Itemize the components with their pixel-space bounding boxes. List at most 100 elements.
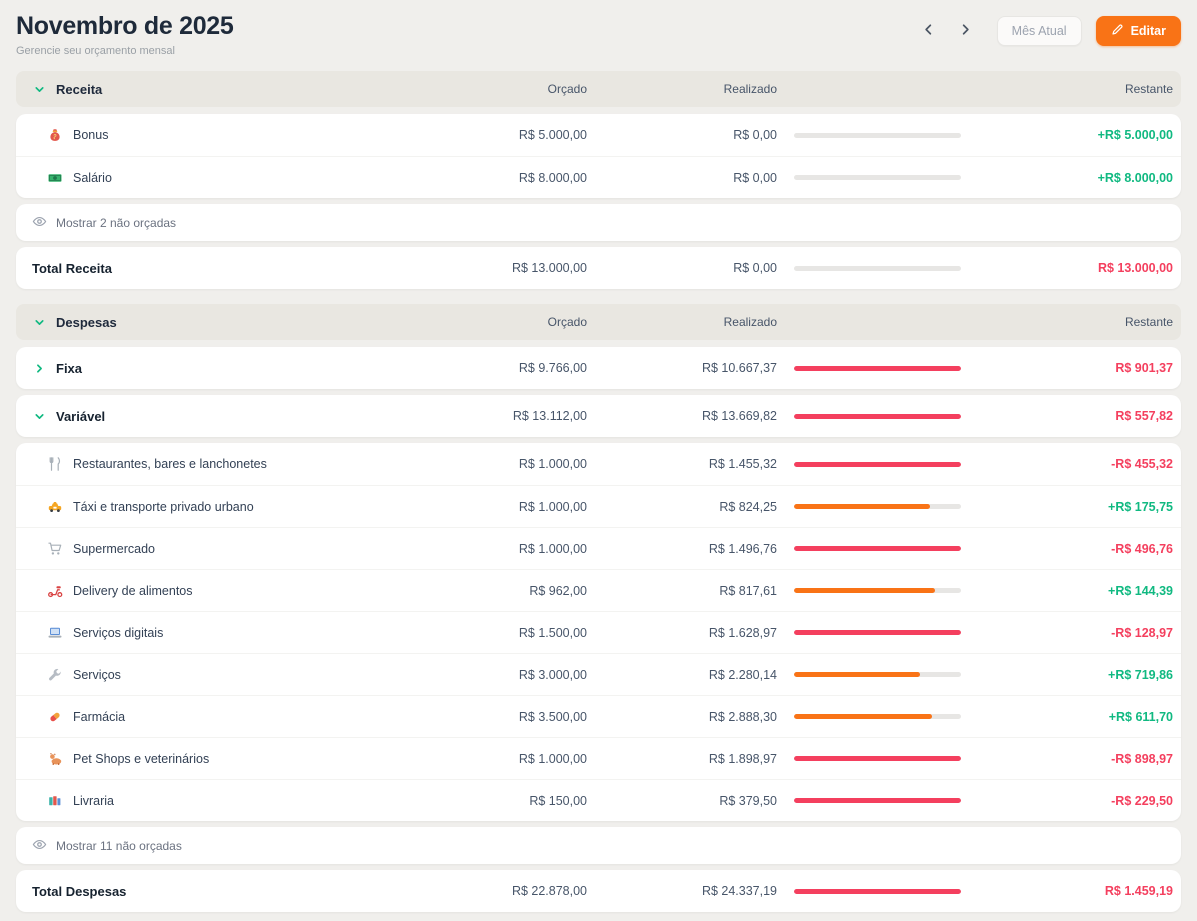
restante-value: -R$ 229,50 — [977, 794, 1173, 808]
receita-show-more-label: Mostrar 2 não orçadas — [56, 216, 176, 230]
progress-bar — [794, 175, 961, 180]
edit-button[interactable]: Editar — [1096, 16, 1181, 46]
progress-fill — [794, 630, 961, 635]
column-header-orcado: Orçado — [407, 315, 587, 329]
orcado-value: R$ 1.000,00 — [407, 752, 587, 766]
orcado-value: R$ 1.000,00 — [407, 457, 587, 471]
restante-value: +R$ 175,75 — [977, 500, 1173, 514]
progress-bar — [794, 714, 961, 719]
restante-value: R$ 1.459,19 — [977, 884, 1173, 898]
receita-total-card: Total Receita R$ 13.000,00 R$ 0,00 R$ 13… — [16, 247, 1181, 289]
table-row[interactable]: Farmácia R$ 3.500,00 R$ 2.888,30 +R$ 611… — [16, 695, 1181, 737]
table-row[interactable]: Variável R$ 13.112,00 R$ 13.669,82 R$ 55… — [16, 395, 1181, 437]
chevron-down-icon[interactable] — [32, 315, 46, 329]
progress-fill — [794, 504, 931, 509]
progress-bar — [794, 133, 961, 138]
table-row[interactable]: Táxi e transporte privado urbano R$ 1.00… — [16, 485, 1181, 527]
row-label: Pet Shops e veterinários — [73, 752, 209, 766]
orcado-value: R$ 150,00 — [407, 794, 587, 808]
receita-show-unbudgeted-button[interactable]: Mostrar 2 não orçadas — [16, 204, 1181, 241]
table-row[interactable]: Total Despesas R$ 22.878,00 R$ 24.337,19… — [16, 870, 1181, 912]
progress-fill — [794, 714, 933, 719]
row-label: Salário — [73, 171, 112, 185]
progress-bar — [794, 889, 961, 894]
realizado-value: R$ 1.496,76 — [587, 542, 777, 556]
table-row[interactable]: Salário R$ 8.000,00 R$ 0,00 +R$ 8.000,00 — [16, 156, 1181, 198]
progress-fill — [794, 546, 961, 551]
row-label: Serviços digitais — [73, 626, 163, 640]
realizado-value: R$ 2.280,14 — [587, 668, 777, 682]
table-row[interactable]: Pet Shops e veterinários R$ 1.000,00 R$ … — [16, 737, 1181, 779]
row-label: Bonus — [73, 128, 108, 142]
progress-fill — [794, 588, 936, 593]
row-label: Delivery de alimentos — [73, 584, 193, 598]
table-row[interactable]: Delivery de alimentos R$ 962,00 R$ 817,6… — [16, 569, 1181, 611]
despesas-section: Despesas Orçado Realizado Restante Fixa … — [16, 304, 1181, 912]
chevron-right-icon[interactable] — [32, 361, 46, 375]
row-label: Farmácia — [73, 710, 125, 724]
progress-bar — [794, 672, 961, 677]
table-row[interactable]: Supermercado R$ 1.000,00 R$ 1.496,76 -R$… — [16, 527, 1181, 569]
restante-value: -R$ 898,97 — [977, 752, 1173, 766]
current-month-button[interactable]: Mês Atual — [997, 16, 1082, 46]
progress-bar — [794, 414, 961, 419]
row-label: Supermercado — [73, 542, 155, 556]
next-month-button[interactable] — [952, 18, 979, 44]
progress-bar — [794, 798, 961, 803]
realizado-value: R$ 0,00 — [587, 171, 777, 185]
table-row[interactable]: Livraria R$ 150,00 R$ 379,50 -R$ 229,50 — [16, 779, 1181, 821]
row-label: Total Receita — [32, 261, 112, 276]
orcado-value: R$ 1.000,00 — [407, 500, 587, 514]
pencil-icon — [1111, 23, 1124, 39]
realizado-value: R$ 24.337,19 — [587, 884, 777, 898]
realizado-value: R$ 0,00 — [587, 128, 777, 142]
orcado-value: R$ 5.000,00 — [407, 128, 587, 142]
receita-section-header[interactable]: Receita Orçado Realizado Restante — [16, 71, 1181, 107]
row-label: Fixa — [56, 361, 82, 376]
chevron-down-icon[interactable] — [32, 82, 46, 96]
table-row[interactable]: Serviços digitais R$ 1.500,00 R$ 1.628,9… — [16, 611, 1181, 653]
table-row[interactable]: Restaurantes, bares e lanchonetes R$ 1.0… — [16, 443, 1181, 485]
restante-value: -R$ 128,97 — [977, 626, 1173, 640]
table-row[interactable]: Bonus R$ 5.000,00 R$ 0,00 +R$ 5.000,00 — [16, 114, 1181, 156]
progress-fill — [794, 414, 961, 419]
row-label: Táxi e transporte privado urbano — [73, 500, 254, 514]
prev-month-button[interactable] — [915, 18, 942, 44]
realizado-value: R$ 824,25 — [587, 500, 777, 514]
restante-value: R$ 557,82 — [977, 409, 1173, 423]
restante-value: -R$ 455,32 — [977, 457, 1173, 471]
scooter-icon — [46, 582, 63, 599]
progress-fill — [794, 798, 961, 803]
restante-value: +R$ 611,70 — [977, 710, 1173, 724]
orcado-value: R$ 22.878,00 — [407, 884, 587, 898]
orcado-value: R$ 1.500,00 — [407, 626, 587, 640]
money-bag-icon — [46, 127, 63, 144]
banknote-icon — [46, 169, 63, 186]
edit-button-label: Editar — [1131, 24, 1166, 38]
progress-fill — [794, 672, 921, 677]
progress-fill — [794, 889, 961, 894]
despesas-section-label: Despesas — [56, 315, 117, 330]
receita-section-label: Receita — [56, 82, 102, 97]
table-row[interactable]: Serviços R$ 3.000,00 R$ 2.280,14 +R$ 719… — [16, 653, 1181, 695]
row-label: Serviços — [73, 668, 121, 682]
chevron-right-icon — [958, 22, 973, 40]
orcado-value: R$ 13.000,00 — [407, 261, 587, 275]
realizado-value: R$ 379,50 — [587, 794, 777, 808]
restante-value: +R$ 719,86 — [977, 668, 1173, 682]
page-title: Novembro de 2025 — [16, 12, 234, 41]
orcado-value: R$ 13.112,00 — [407, 409, 587, 423]
despesas-section-header[interactable]: Despesas Orçado Realizado Restante — [16, 304, 1181, 340]
column-header-orcado: Orçado — [407, 82, 587, 96]
page-header: Novembro de 2025 Gerencie seu orçamento … — [16, 12, 1181, 57]
table-row[interactable]: Total Receita R$ 13.000,00 R$ 0,00 R$ 13… — [16, 247, 1181, 289]
variavel-items-card: Restaurantes, bares e lanchonetes R$ 1.0… — [16, 443, 1181, 821]
progress-bar — [794, 462, 961, 467]
row-label: Restaurantes, bares e lanchonetes — [73, 457, 267, 471]
progress-bar — [794, 588, 961, 593]
chevron-down-icon[interactable] — [32, 409, 46, 423]
despesas-show-unbudgeted-button[interactable]: Mostrar 11 não orçadas — [16, 827, 1181, 864]
realizado-value: R$ 0,00 — [587, 261, 777, 275]
table-row[interactable]: Fixa R$ 9.766,00 R$ 10.667,37 R$ 901,37 — [16, 347, 1181, 389]
books-icon — [46, 792, 63, 809]
